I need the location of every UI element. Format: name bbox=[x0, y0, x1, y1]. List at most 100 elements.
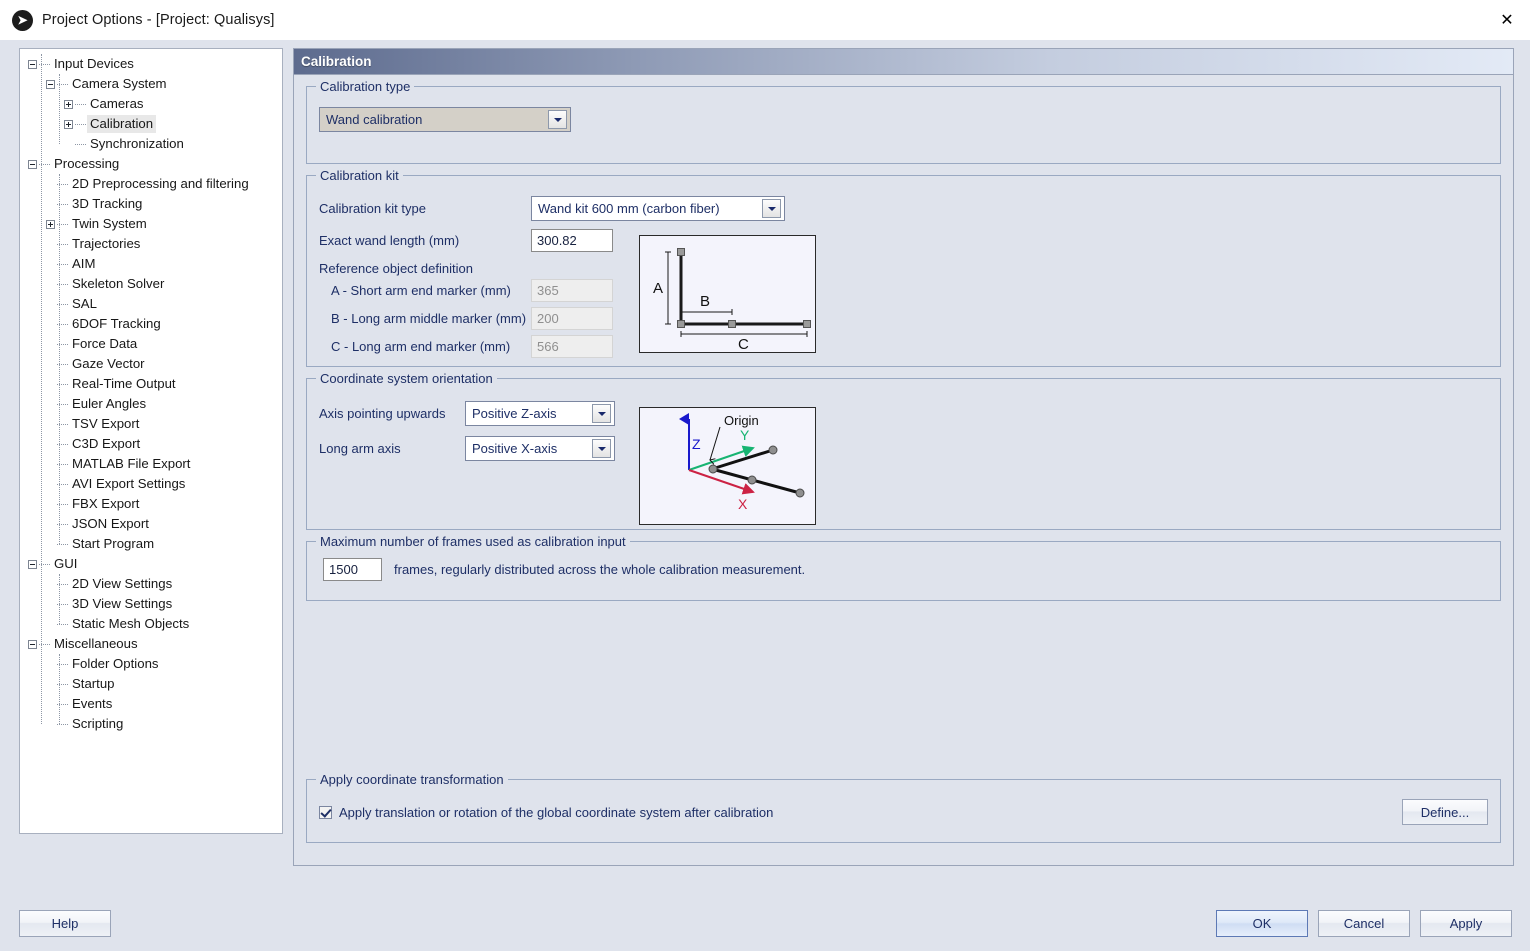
sidebar-item-label: Scripting bbox=[72, 716, 124, 731]
sidebar-item-input-devices[interactable]: Input Devices bbox=[20, 54, 282, 74]
reference-marker-label: A - Short arm end marker (mm) bbox=[331, 283, 511, 298]
reference-object-row: B - Long arm middle marker (mm) 200 bbox=[319, 307, 1488, 330]
tree-collapse-icon[interactable] bbox=[28, 559, 37, 569]
calibration-kit-legend: Calibration kit bbox=[316, 168, 403, 183]
chevron-down-icon[interactable] bbox=[548, 110, 567, 129]
apply-transform-legend: Apply coordinate transformation bbox=[316, 772, 508, 787]
page-title: Calibration bbox=[293, 48, 1514, 74]
calibration-kit-group: Calibration kit Calibration kit type Wan… bbox=[306, 168, 1501, 367]
max-frames-suffix: frames, regularly distributed across the… bbox=[394, 562, 806, 577]
svg-text:Origin: Origin bbox=[724, 413, 759, 428]
define-button[interactable]: Define... bbox=[1402, 799, 1488, 825]
sidebar-item-label: Calibration bbox=[87, 115, 157, 133]
sidebar-item-gui[interactable]: GUI bbox=[20, 554, 282, 574]
sidebar-item-label: Startup bbox=[72, 676, 115, 691]
tree-collapse-icon[interactable] bbox=[46, 79, 55, 89]
wand-diagram-svg: A B C bbox=[653, 248, 811, 353]
sidebar-item-label: Euler Angles bbox=[72, 396, 147, 411]
long-arm-axis-select[interactable]: Positive X-axis bbox=[465, 436, 615, 461]
kit-type-label: Calibration kit type bbox=[319, 201, 426, 216]
chevron-down-icon[interactable] bbox=[762, 199, 781, 218]
close-icon[interactable]: ✕ bbox=[1484, 0, 1530, 40]
tree-guide-line bbox=[59, 74, 60, 144]
calibration-type-value: Wand calibration bbox=[326, 112, 423, 127]
tree-expand-icon[interactable] bbox=[64, 119, 73, 129]
sidebar-item-label: TSV Export bbox=[72, 416, 140, 431]
sidebar-item-label: Miscellaneous bbox=[54, 636, 138, 651]
coordinate-axes-diagram: Z Y X Origin bbox=[639, 407, 816, 525]
qualisys-logo-icon: ➤ bbox=[12, 9, 33, 31]
sidebar-item-label: Events bbox=[72, 696, 113, 711]
sidebar-item-miscellaneous[interactable]: Miscellaneous bbox=[20, 634, 282, 654]
sidebar-item-label: Real-Time Output bbox=[72, 376, 176, 391]
sidebar-item-label: SAL bbox=[72, 296, 97, 311]
sidebar-item-label: Synchronization bbox=[90, 136, 184, 151]
reference-marker-input[interactable]: 566 bbox=[531, 335, 613, 358]
reference-object-row: A - Short arm end marker (mm) 365 bbox=[319, 279, 1488, 302]
reference-object-row: C - Long arm end marker (mm) 566 bbox=[319, 335, 1488, 358]
wand-length-input[interactable]: 300.82 bbox=[531, 229, 613, 252]
settings-content: Calibration Calibration type Wand calibr… bbox=[293, 48, 1514, 866]
dialog-footer: Help OK Cancel Apply bbox=[0, 895, 1530, 951]
svg-text:A: A bbox=[653, 280, 663, 297]
reference-marker-label: B - Long arm middle marker (mm) bbox=[331, 311, 527, 326]
tree-expand-icon[interactable] bbox=[46, 219, 55, 229]
svg-text:X: X bbox=[738, 496, 748, 512]
sidebar-item-label: Camera System bbox=[72, 76, 167, 91]
apply-transform-checkbox[interactable] bbox=[319, 805, 332, 819]
sidebar-item-label: JSON Export bbox=[72, 516, 149, 531]
tree-expand-icon[interactable] bbox=[64, 99, 73, 109]
help-button[interactable]: Help bbox=[19, 909, 111, 937]
wand-length-label: Exact wand length (mm) bbox=[319, 233, 460, 248]
axes-diagram-svg: Z Y X Origin bbox=[679, 413, 805, 512]
sidebar-item-processing[interactable]: Processing bbox=[20, 154, 282, 174]
sidebar-item-label: Input Devices bbox=[54, 56, 134, 71]
project-options-window: ➤ Project Options - [Project: Qualisys] … bbox=[0, 0, 1530, 951]
calibration-page: Calibration type Wand calibration Calibr… bbox=[293, 74, 1514, 866]
sidebar-item-label: Processing bbox=[54, 156, 120, 171]
long-arm-axis-value: Positive X-axis bbox=[472, 441, 558, 456]
tree-collapse-icon[interactable] bbox=[28, 639, 37, 649]
sidebar-item-label: Start Program bbox=[72, 536, 155, 551]
axis-up-select[interactable]: Positive Z-axis bbox=[465, 401, 615, 426]
sidebar-item-label: FBX Export bbox=[72, 496, 140, 511]
tree-guide-line bbox=[59, 174, 60, 544]
apply-button[interactable]: Apply bbox=[1420, 909, 1512, 937]
cancel-button[interactable]: Cancel bbox=[1318, 909, 1410, 937]
svg-text:C: C bbox=[738, 336, 749, 353]
axis-up-value: Positive Z-axis bbox=[472, 406, 557, 421]
svg-text:Y: Y bbox=[740, 427, 750, 443]
window-title: Project Options - [Project: Qualisys] bbox=[42, 12, 275, 28]
calibration-type-select[interactable]: Wand calibration bbox=[319, 107, 571, 132]
calibration-type-legend: Calibration type bbox=[316, 79, 415, 94]
tree-collapse-icon[interactable] bbox=[28, 59, 37, 69]
max-frames-legend: Maximum number of frames used as calibra… bbox=[316, 534, 630, 549]
reference-marker-input[interactable]: 365 bbox=[531, 279, 613, 302]
chevron-down-icon[interactable] bbox=[592, 439, 611, 458]
wand-reference-diagram: A B C bbox=[639, 235, 816, 353]
chevron-down-icon[interactable] bbox=[592, 404, 611, 423]
tree-connector bbox=[75, 103, 86, 105]
footer-actions: OK Cancel Apply bbox=[1216, 909, 1516, 937]
svg-text:Z: Z bbox=[692, 436, 701, 452]
sidebar-item-label: Twin System bbox=[72, 216, 147, 231]
settings-tree-panel[interactable]: Input Devices Camera System Cameras Calibra… bbox=[19, 48, 283, 834]
kit-type-value: Wand kit 600 mm (carbon fiber) bbox=[538, 201, 720, 216]
reference-object-label: Reference object definition bbox=[319, 261, 473, 276]
tree-collapse-icon[interactable] bbox=[28, 159, 37, 169]
sidebar-item-label: Static Mesh Objects bbox=[72, 616, 190, 631]
apply-transform-group: Apply coordinate transformation Apply tr… bbox=[306, 772, 1501, 843]
long-arm-axis-label: Long arm axis bbox=[319, 441, 401, 456]
tree-guide-line bbox=[41, 54, 42, 724]
svg-text:B: B bbox=[700, 293, 710, 310]
dialog-body: Input Devices Camera System Cameras Calibra… bbox=[0, 40, 1530, 895]
reference-marker-input[interactable]: 200 bbox=[531, 307, 613, 330]
kit-type-select[interactable]: Wand kit 600 mm (carbon fiber) bbox=[531, 196, 785, 221]
ok-button[interactable]: OK bbox=[1216, 909, 1308, 937]
max-frames-input[interactable]: 1500 bbox=[323, 558, 382, 581]
tree-guide-line bbox=[59, 654, 60, 724]
calibration-type-group: Calibration type Wand calibration bbox=[306, 79, 1501, 164]
sidebar-item-label: 3D Tracking bbox=[72, 196, 143, 211]
axis-up-label: Axis pointing upwards bbox=[319, 406, 446, 421]
